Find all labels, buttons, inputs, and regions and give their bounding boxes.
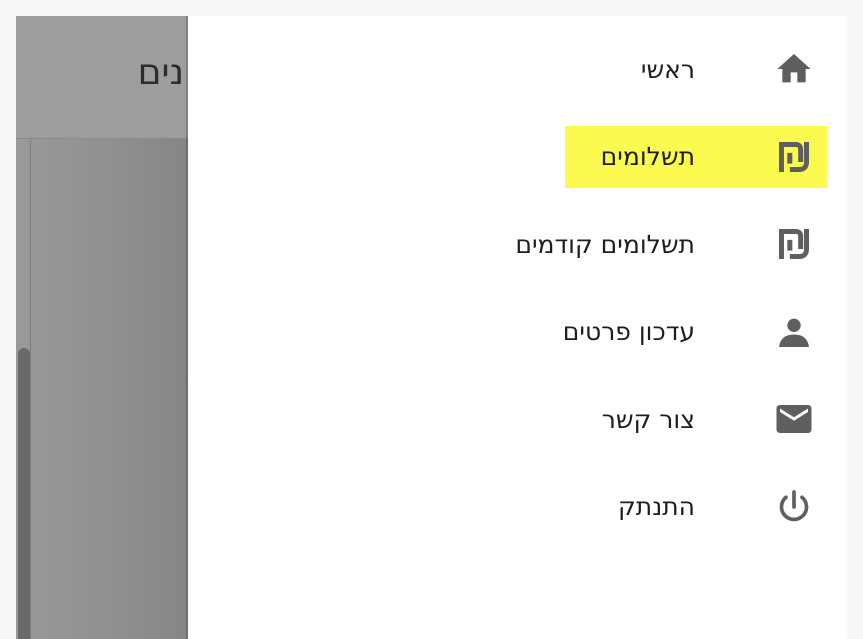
menu-item-payments[interactable]: תשלומים	[565, 125, 827, 188]
menu-item-home[interactable]: ראשי	[427, 38, 827, 100]
menu-item-label: התנתק	[618, 492, 695, 522]
person-icon	[773, 311, 815, 353]
menu-item-label: עדכון פרטים	[562, 317, 695, 347]
power-icon	[773, 486, 815, 528]
menu-item-label: תשלומים	[600, 142, 695, 172]
navigation-drawer: ראשי תשלומים תשלומים קודמים עדכון פרטים …	[188, 16, 847, 639]
menu-item-logout[interactable]: התנתק	[427, 476, 827, 538]
menu-item-previous-payments[interactable]: תשלומים קודמים	[427, 213, 827, 275]
shekel-icon	[773, 223, 815, 265]
backdrop-page-title: נים	[137, 52, 184, 93]
menu-item-label: ראשי	[640, 54, 695, 84]
backdrop-divider	[30, 140, 31, 639]
backdrop-header: נים	[16, 16, 188, 139]
app-frame: נים ראשי תשלומים תשלומים קודמים עדכון פר…	[16, 16, 847, 639]
shekel-icon	[773, 136, 815, 178]
mail-icon	[773, 398, 815, 440]
menu-item-contact[interactable]: צור קשר	[427, 388, 827, 450]
menu-item-label: תשלומים קודמים	[515, 229, 695, 259]
menu-item-update-details[interactable]: עדכון פרטים	[427, 301, 827, 363]
menu-item-label: צור קשר	[601, 404, 695, 434]
backdrop-scrollbar	[18, 348, 30, 639]
drawer-menu: ראשי תשלומים תשלומים קודמים עדכון פרטים …	[427, 38, 827, 564]
home-icon	[773, 48, 815, 90]
page-backdrop[interactable]: נים	[16, 16, 188, 639]
